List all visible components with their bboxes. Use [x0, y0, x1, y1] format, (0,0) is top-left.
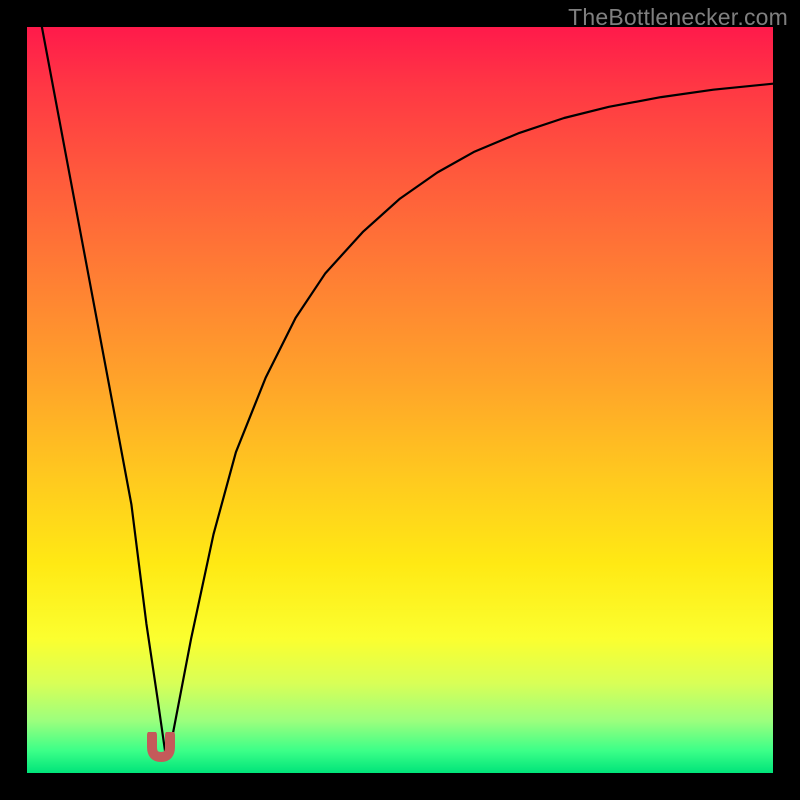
plot-area [27, 27, 773, 773]
chart-frame: TheBottlenecker.com [0, 0, 800, 800]
bottleneck-marker-icon [145, 732, 177, 762]
watermark-text: TheBottlenecker.com [568, 4, 788, 31]
bottleneck-curve [27, 27, 773, 773]
